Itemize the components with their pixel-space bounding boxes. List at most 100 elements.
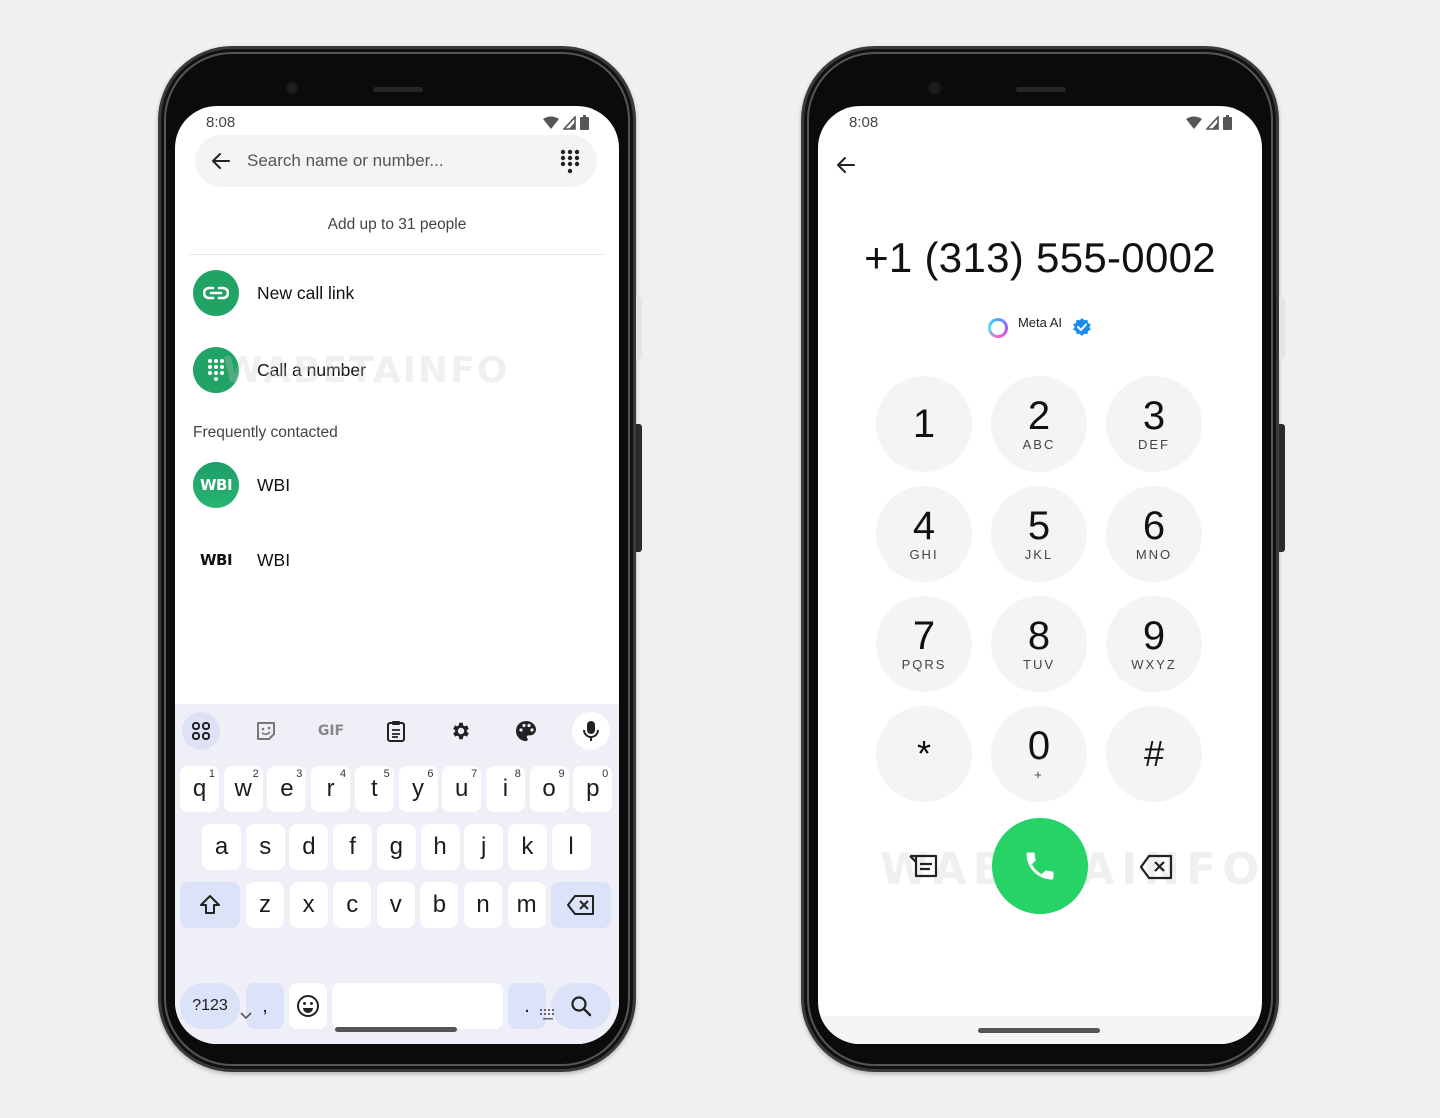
dialpad-letters: PQRS <box>901 657 947 672</box>
key-hint: 7 <box>471 768 478 780</box>
key-v[interactable]: v <box>376 882 415 928</box>
key-r[interactable]: r4 <box>311 766 351 812</box>
nav-bar <box>818 1016 1262 1044</box>
key-c[interactable]: c <box>333 882 372 928</box>
key-t[interactable]: t5 <box>354 766 394 812</box>
key-y[interactable]: y6 <box>398 766 438 812</box>
home-indicator[interactable] <box>978 1028 1100 1033</box>
dialpad-key-7[interactable]: 7 PQRS <box>876 596 972 692</box>
dialpad-digit: 8 <box>1027 614 1051 658</box>
signal-icon <box>1206 115 1219 130</box>
dialpad-key-hash[interactable]: # <box>1106 706 1202 802</box>
key-char: y <box>412 775 424 802</box>
signal-icon <box>563 115 576 130</box>
participant-limit-hint: Add up to 31 people <box>327 216 467 233</box>
key-i[interactable]: i8 <box>485 766 525 812</box>
key-u[interactable]: u7 <box>442 766 482 812</box>
phone-right: 8:08 +1 (313) 555-0002 Meta AI 1 2 ABC 3 DEF… <box>801 46 1285 1072</box>
palette-icon[interactable] <box>507 712 545 750</box>
mic-icon[interactable] <box>572 712 610 750</box>
key-w[interactable]: w2 <box>223 766 263 812</box>
verified-badge-icon <box>1073 318 1091 336</box>
key-n[interactable]: n <box>464 882 502 928</box>
key-x[interactable]: x <box>289 882 328 928</box>
key-o[interactable]: o9 <box>529 766 569 812</box>
sticker-icon[interactable] <box>247 712 285 750</box>
dialpad-key-3[interactable]: 3 DEF <box>1106 376 1202 472</box>
screen-new-call: 8:08 Add up to 31 people <box>175 106 619 1044</box>
message-icon <box>909 854 938 878</box>
contact-match[interactable]: Meta AI <box>818 310 1262 338</box>
key-hint: 9 <box>558 768 565 780</box>
key-m[interactable]: m <box>507 882 546 928</box>
divider <box>189 254 605 255</box>
avatar-initials: WBI <box>199 551 233 569</box>
dialpad-key-5[interactable]: 5 JKL <box>991 486 1087 582</box>
key-hint: 5 <box>383 768 390 780</box>
dialpad-letters: GHI <box>909 547 939 562</box>
key-z[interactable]: z <box>246 882 284 928</box>
back-arrow-icon[interactable] <box>209 149 233 173</box>
keyboard-nav-bar <box>175 998 619 1044</box>
dialpad-key-2[interactable]: 2 ABC <box>991 376 1087 472</box>
apps-grid-icon[interactable] <box>182 712 220 750</box>
status-time: 8:08 <box>206 114 236 131</box>
home-indicator[interactable] <box>335 1027 457 1032</box>
gear-icon[interactable] <box>442 712 480 750</box>
delete-button[interactable] <box>1136 852 1176 882</box>
key-hint: 8 <box>514 768 521 780</box>
gif-icon[interactable]: GIF <box>312 712 350 750</box>
back-arrow-icon[interactable] <box>834 153 858 177</box>
backspace-icon <box>1139 854 1173 880</box>
key-char: r <box>326 775 335 802</box>
key-k[interactable]: k <box>507 824 547 870</box>
search-input[interactable] <box>247 135 547 187</box>
dialpad-key-star[interactable]: * <box>876 706 972 802</box>
dialpad-digit: 7 <box>912 614 936 658</box>
wifi-icon <box>1186 116 1202 129</box>
key-h[interactable]: h <box>420 824 460 870</box>
dialpad-digit: 1 <box>912 402 936 446</box>
dialpad-key-8[interactable]: 8 TUV <box>991 596 1087 692</box>
key-a[interactable]: a <box>202 824 241 870</box>
dialpad-key-0[interactable]: 0 + <box>991 706 1087 802</box>
new-call-link-item[interactable]: New call link <box>193 268 601 318</box>
contact-item[interactable]: WBI WBI <box>193 460 601 510</box>
link-icon <box>203 286 229 300</box>
call-button[interactable] <box>992 818 1088 914</box>
battery-icon <box>1223 115 1232 130</box>
backspace-key[interactable] <box>551 882 611 928</box>
key-e[interactable]: e3 <box>267 766 307 812</box>
key-p[interactable]: p0 <box>573 766 613 812</box>
key-g[interactable]: g <box>376 824 416 870</box>
clipboard-icon[interactable] <box>377 712 415 750</box>
meta-ai-logo-icon <box>987 318 1008 338</box>
chevron-down-icon[interactable] <box>239 1010 253 1020</box>
message-button[interactable] <box>906 852 940 882</box>
key-q[interactable]: q1 <box>180 766 219 812</box>
dialpad-key-1[interactable]: 1 <box>876 376 972 472</box>
key-l[interactable]: l <box>551 824 591 870</box>
contact-match-name: Meta AI <box>1017 314 1063 330</box>
call-a-number-item[interactable]: Call a number <box>193 345 601 395</box>
dialpad-key-6[interactable]: 6 MNO <box>1106 486 1202 582</box>
power-button <box>636 424 642 552</box>
key-hint: 4 <box>339 768 347 780</box>
key-char: i <box>502 775 509 802</box>
key-s[interactable]: s <box>245 824 285 870</box>
key-b[interactable]: b <box>420 882 459 928</box>
frequently-contacted-heading: Frequently contacted <box>193 424 338 441</box>
key-j[interactable]: j <box>464 824 504 870</box>
dialpad-icon[interactable] <box>559 148 581 176</box>
keyboard-switch-icon[interactable] <box>539 1008 557 1022</box>
key-hint: 6 <box>427 768 434 780</box>
key-d[interactable]: d <box>289 824 329 870</box>
contact-avatar: WBI <box>193 537 239 583</box>
shift-key[interactable] <box>180 882 240 928</box>
key-f[interactable]: f <box>333 824 373 870</box>
dialpad-key-9[interactable]: 9 WXYZ <box>1106 596 1202 692</box>
key-hint: 1 <box>208 768 215 780</box>
dialpad-key-4[interactable]: 4 GHI <box>876 486 972 582</box>
contact-item[interactable]: WBI WBI <box>193 535 601 585</box>
front-camera <box>287 83 297 93</box>
